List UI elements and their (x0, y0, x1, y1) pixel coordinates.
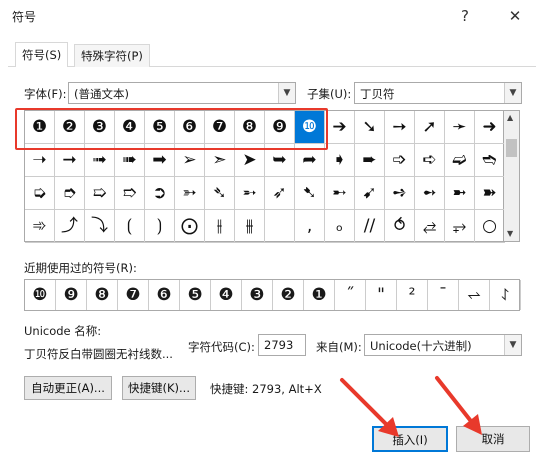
arrow-to-cancel-icon (435, 376, 482, 435)
annotation-arrows (340, 376, 482, 437)
arrow-to-insert-icon (340, 378, 399, 437)
